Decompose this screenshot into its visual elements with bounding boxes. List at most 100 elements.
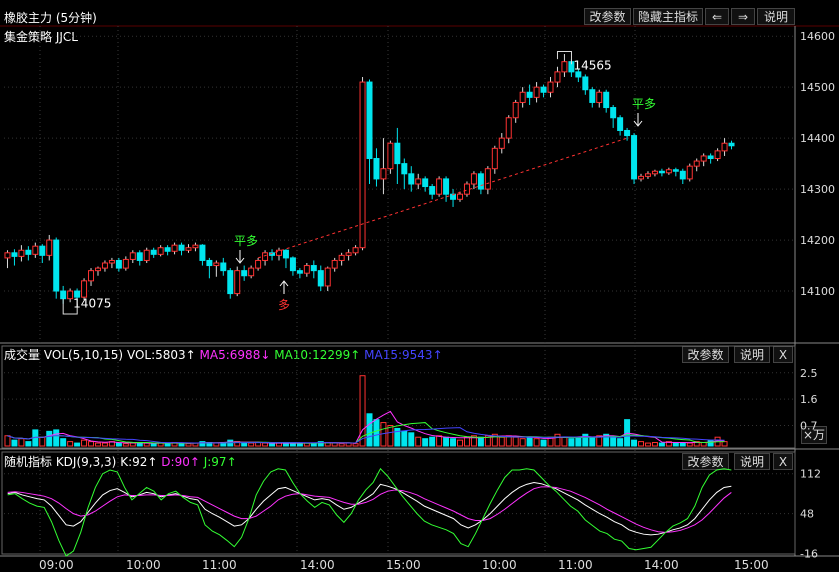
long-arrow bbox=[279, 280, 289, 294]
volume-bar bbox=[519, 438, 526, 447]
volume-bar bbox=[721, 441, 728, 447]
volume-bar bbox=[108, 441, 115, 447]
candle-down bbox=[310, 265, 317, 272]
volume-bar bbox=[470, 435, 477, 447]
strategy-label: 集金策略 JJCL bbox=[4, 30, 78, 44]
volume-close-button[interactable]: X bbox=[773, 346, 793, 363]
volume-bar bbox=[136, 441, 143, 447]
volume-title: 成交量 VOL(5,10,15) VOL:5803↑ MA5:6988↓ MA1… bbox=[4, 346, 443, 363]
candle-down bbox=[11, 252, 18, 257]
candle-up bbox=[415, 178, 422, 185]
volume-bar bbox=[575, 436, 582, 447]
volume-bar bbox=[60, 438, 67, 447]
volume-bar bbox=[707, 439, 714, 447]
volume-bar bbox=[700, 441, 707, 447]
candle-down bbox=[526, 91, 533, 98]
candle-down bbox=[317, 270, 324, 287]
time-tick-label: 14:00 bbox=[644, 558, 679, 572]
kdj-params-button[interactable]: 改参数 bbox=[682, 453, 729, 470]
time-tick-label: 10:00 bbox=[482, 558, 517, 572]
help-button[interactable]: 说明 bbox=[757, 8, 795, 25]
candle-up bbox=[324, 267, 331, 287]
volume-bar bbox=[32, 429, 39, 447]
candle-up bbox=[721, 142, 728, 152]
chart-canvas[interactable]: 14600 14500 14400 14300 14200 14100 14565 14075… bbox=[0, 0, 839, 572]
candle-up bbox=[122, 258, 129, 269]
volume-bar bbox=[331, 442, 338, 447]
kdj-tick-label: -16 bbox=[800, 548, 818, 561]
candle-up bbox=[46, 239, 53, 256]
volume-bar bbox=[143, 442, 150, 447]
volume-params-button[interactable]: 改参数 bbox=[682, 346, 729, 363]
volume-bar bbox=[714, 436, 721, 447]
candle-up bbox=[129, 252, 136, 260]
scroll-left-button[interactable]: ⇐ bbox=[705, 8, 729, 25]
candle-up bbox=[338, 254, 345, 261]
volume-bar bbox=[178, 442, 185, 447]
candle-down bbox=[394, 142, 401, 165]
volume-value: VOL:5803↑ bbox=[126, 348, 196, 362]
volume-bar bbox=[603, 433, 610, 447]
candle-up bbox=[81, 280, 88, 298]
candle-up bbox=[519, 91, 526, 103]
volume-bar bbox=[74, 442, 81, 447]
candle-up bbox=[255, 259, 262, 269]
volume-bar bbox=[199, 441, 206, 447]
time-tick-label: 10:00 bbox=[126, 558, 161, 572]
volume-ma15-line bbox=[7, 427, 725, 444]
candle-down bbox=[408, 173, 415, 185]
volume-bar bbox=[39, 436, 46, 447]
volume-bar bbox=[275, 442, 282, 447]
candle-up bbox=[94, 267, 101, 272]
time-tick-label: 15:00 bbox=[386, 558, 421, 572]
volume-bar bbox=[345, 442, 352, 447]
volume-bar bbox=[101, 442, 108, 447]
candle-down bbox=[150, 249, 157, 255]
candle-up bbox=[101, 262, 108, 269]
volume-bar bbox=[296, 443, 303, 447]
candle-down bbox=[199, 244, 206, 261]
volume-bar bbox=[589, 436, 596, 447]
candle-up bbox=[547, 81, 554, 93]
candle-up bbox=[18, 249, 25, 257]
volume-bar bbox=[18, 438, 25, 447]
scroll-right-button[interactable]: ⇒ bbox=[731, 8, 755, 25]
candle-up bbox=[380, 168, 387, 180]
candle-down bbox=[429, 186, 436, 195]
volume-bar bbox=[484, 435, 491, 447]
volume-bar bbox=[157, 442, 164, 447]
volume-bar bbox=[658, 442, 665, 447]
volume-bar bbox=[262, 442, 269, 447]
candle-down bbox=[241, 270, 248, 277]
volume-bar bbox=[255, 441, 262, 447]
volume-help-button[interactable]: 说明 bbox=[734, 346, 770, 363]
volume-bar bbox=[547, 436, 554, 447]
params-button[interactable]: 改参数 bbox=[584, 8, 631, 25]
candle-down bbox=[582, 76, 589, 91]
price-tick-label: 14500 bbox=[800, 81, 835, 94]
volume-bar bbox=[213, 442, 220, 447]
candle-up bbox=[463, 183, 470, 195]
volume-bar bbox=[373, 419, 380, 447]
trend-line bbox=[257, 137, 628, 259]
volume-bar bbox=[679, 442, 686, 447]
candle-up bbox=[554, 71, 561, 83]
volume-bar bbox=[686, 442, 693, 447]
volume-bar bbox=[122, 443, 129, 447]
exit-long-arrow bbox=[235, 250, 245, 264]
hide-indicator-button[interactable]: 隐藏主指标 bbox=[633, 8, 703, 25]
candle-down bbox=[624, 129, 631, 137]
volume-bar bbox=[282, 441, 289, 447]
chart-title: 橡胶主力 (5分钟) bbox=[4, 11, 97, 25]
volume-bar bbox=[450, 438, 457, 447]
kdj-close-button[interactable]: X bbox=[773, 453, 793, 470]
candle-down bbox=[206, 259, 213, 267]
volume-bar bbox=[436, 435, 443, 447]
candle-down bbox=[282, 249, 289, 259]
kdj-help-button[interactable]: 说明 bbox=[734, 453, 770, 470]
volume-bar bbox=[651, 441, 658, 447]
candle-down bbox=[60, 290, 67, 300]
volume-bar bbox=[94, 442, 101, 447]
volume-bar bbox=[317, 441, 324, 447]
volume-bar bbox=[303, 442, 310, 447]
